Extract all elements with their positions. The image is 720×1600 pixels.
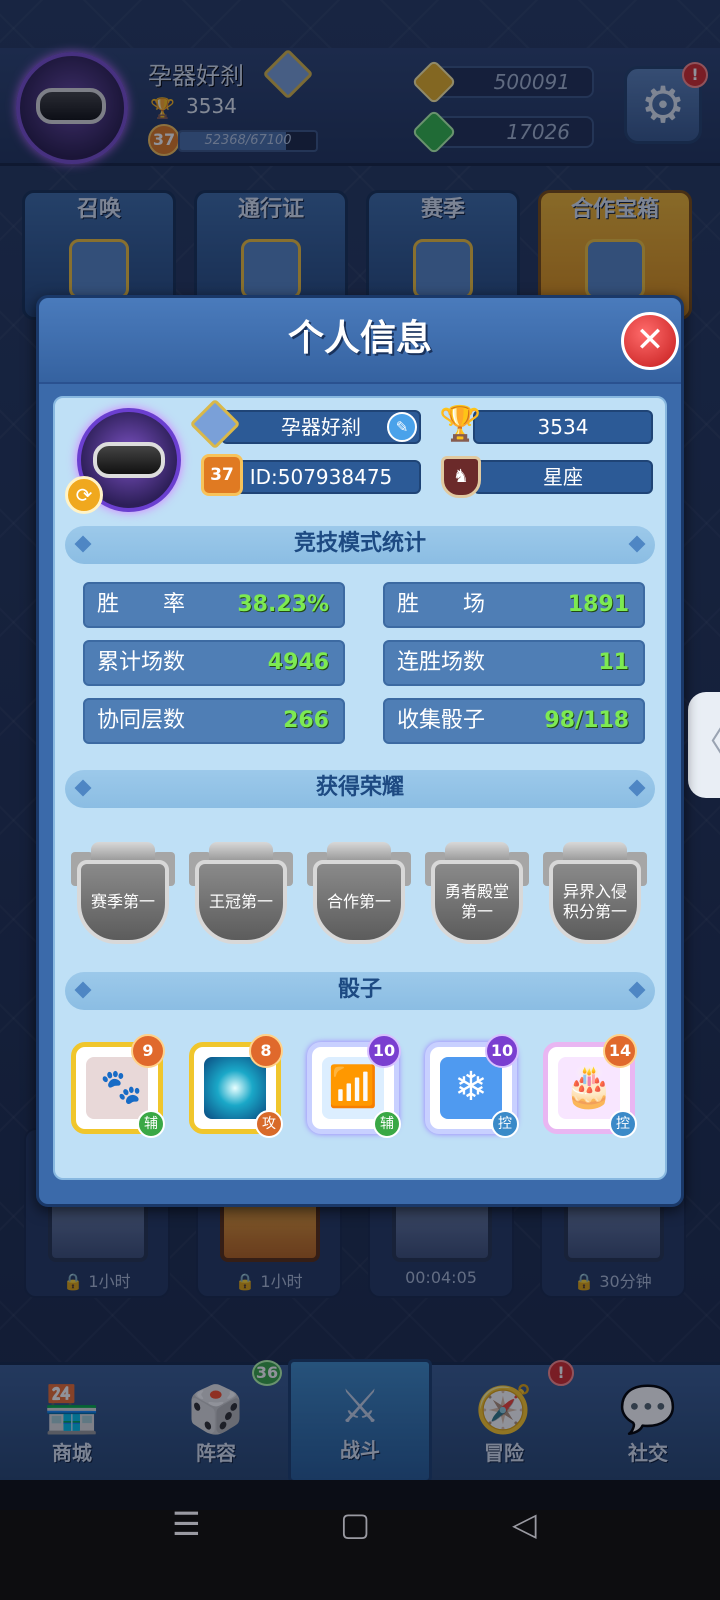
stat-key: 累计场数 — [97, 650, 186, 675]
level-badge: 37 — [201, 454, 243, 496]
honor-label: 赛季第一 — [77, 860, 169, 944]
diamond-icon — [628, 535, 646, 553]
honor-label: 异界入侵积分第一 — [549, 860, 641, 944]
paw-icon: 🐾 — [86, 1057, 148, 1119]
signal-icon: 📶 — [322, 1057, 384, 1119]
vortex-icon — [204, 1057, 266, 1119]
honor-badge[interactable]: 勇者殿堂第一 — [425, 842, 529, 946]
modal-body: ⟳ 孕器好刹 ✎ 3534 🏆 ID:507938475 37 星座 ♞ 竞技模… — [53, 396, 667, 1180]
chevron-left-icon: 〈 — [694, 725, 720, 760]
stat-value: 266 — [283, 708, 329, 733]
trophy-icon: 🏆 — [439, 404, 482, 444]
stat-key: 收集骰子 — [397, 708, 486, 733]
diamond-icon — [74, 779, 92, 797]
stat-value: 1891 — [567, 592, 629, 617]
edit-name-button[interactable]: ✎ — [387, 412, 417, 442]
constellation-icon: ♞ — [441, 456, 481, 498]
stat-key: 胜 场 — [397, 592, 486, 617]
back-icon[interactable]: ◁ — [512, 1505, 537, 1543]
modal-title: 个人信息 — [39, 298, 681, 384]
diamond-icon — [628, 779, 646, 797]
dice-level: 14 — [603, 1034, 637, 1068]
snowflake-icon: ❄ — [440, 1057, 502, 1119]
avatar-visor — [93, 442, 165, 478]
dice-card[interactable]: 🎂 14 控 — [539, 1034, 639, 1138]
stat-value: 98/118 — [544, 708, 629, 733]
stat-value: 38.23% — [237, 592, 329, 617]
diamond-icon — [74, 981, 92, 999]
refresh-icon: ⟳ — [75, 483, 93, 507]
menu-icon[interactable]: ☰ — [172, 1505, 201, 1543]
player-id: ID:507938475 — [221, 460, 421, 494]
profile-trophies: 3534 — [473, 410, 653, 444]
honor-label: 合作第一 — [313, 860, 405, 944]
close-icon: ✕ — [635, 320, 665, 360]
dice-level: 10 — [367, 1034, 401, 1068]
constellation-field: 星座 — [473, 460, 653, 494]
dice-type-tag: 控 — [491, 1110, 519, 1138]
pencil-icon: ✎ — [395, 418, 409, 436]
dice-level: 10 — [485, 1034, 519, 1068]
dice-type-tag: 辅 — [373, 1110, 401, 1138]
honor-badge[interactable]: 异界入侵积分第一 — [543, 842, 647, 946]
stat-key: 协同层数 — [97, 708, 186, 733]
stats-section-header: 竞技模式统计 — [65, 526, 655, 564]
honor-badge[interactable]: 合作第一 — [307, 842, 411, 946]
dice-section-header: 骰子 — [65, 972, 655, 1010]
stat-key: 连胜场数 — [397, 650, 486, 675]
dice-card[interactable]: ❄ 10 控 — [421, 1034, 521, 1138]
stat-win-rate: 胜 率 38.23% — [83, 582, 345, 628]
dice-card[interactable]: 📶 10 辅 — [303, 1034, 403, 1138]
honor-badge[interactable]: 王冠第一 — [189, 842, 293, 946]
home-icon[interactable]: ▢ — [340, 1505, 370, 1543]
diamond-icon — [628, 981, 646, 999]
honor-label: 勇者殿堂第一 — [431, 860, 523, 944]
change-avatar-button[interactable]: ⟳ — [65, 476, 103, 514]
stat-value: 4946 — [267, 650, 329, 675]
dice-type-tag: 攻 — [255, 1110, 283, 1138]
stats-title: 竞技模式统计 — [293, 531, 426, 556]
stat-value: 11 — [598, 650, 629, 675]
dice-level: 8 — [249, 1034, 283, 1068]
dice-card[interactable]: 🐾 9 辅 — [67, 1034, 167, 1138]
stat-key: 胜 率 — [97, 592, 186, 617]
dice-type-tag: 控 — [609, 1110, 637, 1138]
honors-section-header: 获得荣耀 — [65, 770, 655, 808]
close-button[interactable]: ✕ — [621, 312, 679, 370]
stat-coop-floors: 协同层数 266 — [83, 698, 345, 744]
cake-icon: 🎂 — [558, 1057, 620, 1119]
dice-level: 9 — [131, 1034, 165, 1068]
stat-wins: 胜 场 1891 — [383, 582, 645, 628]
stat-win-streak: 连胜场数 11 — [383, 640, 645, 686]
honor-badge[interactable]: 赛季第一 — [71, 842, 175, 946]
stat-dice-collected: 收集骰子 98/118 — [383, 698, 645, 744]
diamond-icon — [74, 535, 92, 553]
stat-total-games: 累计场数 4946 — [83, 640, 345, 686]
dice-type-tag: 辅 — [137, 1110, 165, 1138]
profile-modal: 个人信息 ✕ ⟳ 孕器好刹 ✎ 3534 🏆 ID:507938475 37 星… — [36, 295, 684, 1207]
dice-title: 骰子 — [337, 977, 382, 1002]
honor-label: 王冠第一 — [195, 860, 287, 944]
honors-title: 获得荣耀 — [315, 775, 404, 800]
side-drawer-tab[interactable]: 〈 — [688, 692, 720, 798]
dice-card[interactable]: 8攻 — [185, 1034, 285, 1138]
